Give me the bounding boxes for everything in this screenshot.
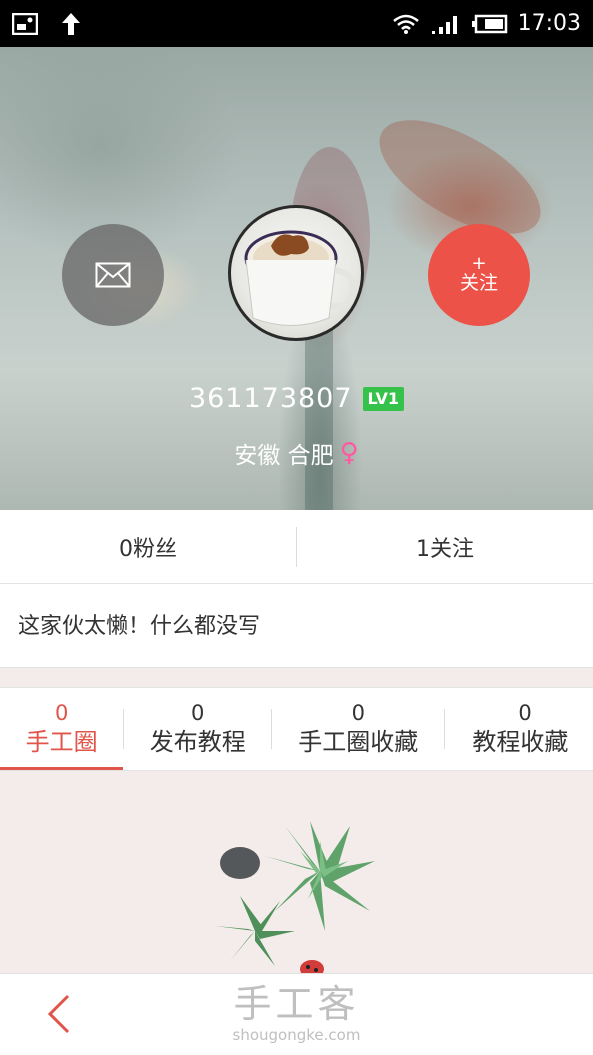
signal-icon <box>430 13 462 35</box>
bio-text: 这家伙太懒！什么都没写 <box>0 584 593 668</box>
bottom-bar: 手工客 shougongke.com <box>0 973 593 1055</box>
succulent-plant-icon <box>215 821 375 978</box>
level-badge: LV1 <box>362 386 405 411</box>
follow-button[interactable]: + 关注 <box>428 224 530 326</box>
tab-content <box>0 771 593 978</box>
female-gender-icon: ♀ <box>339 438 359 468</box>
plus-icon: + <box>471 253 487 274</box>
tab-count: 0 <box>351 701 365 725</box>
watermark-url: shougongke.com <box>232 1026 361 1044</box>
status-time: 17:03 <box>517 11 581 36</box>
follow-label: 关注 <box>459 272 498 294</box>
tab-count: 0 <box>54 701 69 725</box>
fans-count[interactable]: 0粉丝 <box>0 531 296 563</box>
tab-label: 教程收藏 <box>472 728 569 756</box>
tab-count: 0 <box>518 701 532 725</box>
tab-count: 0 <box>191 701 205 725</box>
tab-handcraft-circle[interactable]: 0 手工圈 <box>0 688 124 770</box>
profile-cover: + 关注 361173807 LV1 安徽 合肥 ♀ <box>0 47 593 510</box>
image-icon <box>12 12 38 35</box>
watermark: 手工客 shougongke.com <box>0 982 593 1044</box>
coffee-cup-icon <box>244 230 356 326</box>
envelope-icon <box>95 262 131 288</box>
following-count[interactable]: 1关注 <box>297 531 593 563</box>
tab-tutorial-favorites[interactable]: 0 教程收藏 <box>445 688 593 770</box>
tab-circle-favorites[interactable]: 0 手工圈收藏 <box>272 688 444 770</box>
upload-arrow-icon <box>60 11 82 37</box>
location-row: 安徽 合肥 ♀ <box>0 436 593 470</box>
watermark-title: 手工客 <box>233 982 360 1026</box>
tab-label: 手工圈 <box>25 728 98 756</box>
username: 361173807 <box>188 383 353 414</box>
status-bar: 17:03 <box>0 0 593 47</box>
wifi-icon <box>392 13 420 35</box>
tab-published-tutorials[interactable]: 0 发布教程 <box>124 688 271 770</box>
message-button[interactable] <box>62 224 164 326</box>
avatar[interactable] <box>228 205 364 341</box>
tab-label: 发布教程 <box>149 728 246 756</box>
tab-label: 手工圈收藏 <box>298 728 419 756</box>
stats-bar: 0粉丝 1关注 <box>0 510 593 584</box>
battery-icon <box>471 13 508 35</box>
profile-tabs: 0 手工圈 0 发布教程 0 手工圈收藏 0 教程收藏 <box>0 687 593 771</box>
username-row: 361173807 LV1 <box>0 383 593 414</box>
location-text: 安徽 合肥 <box>234 443 334 469</box>
